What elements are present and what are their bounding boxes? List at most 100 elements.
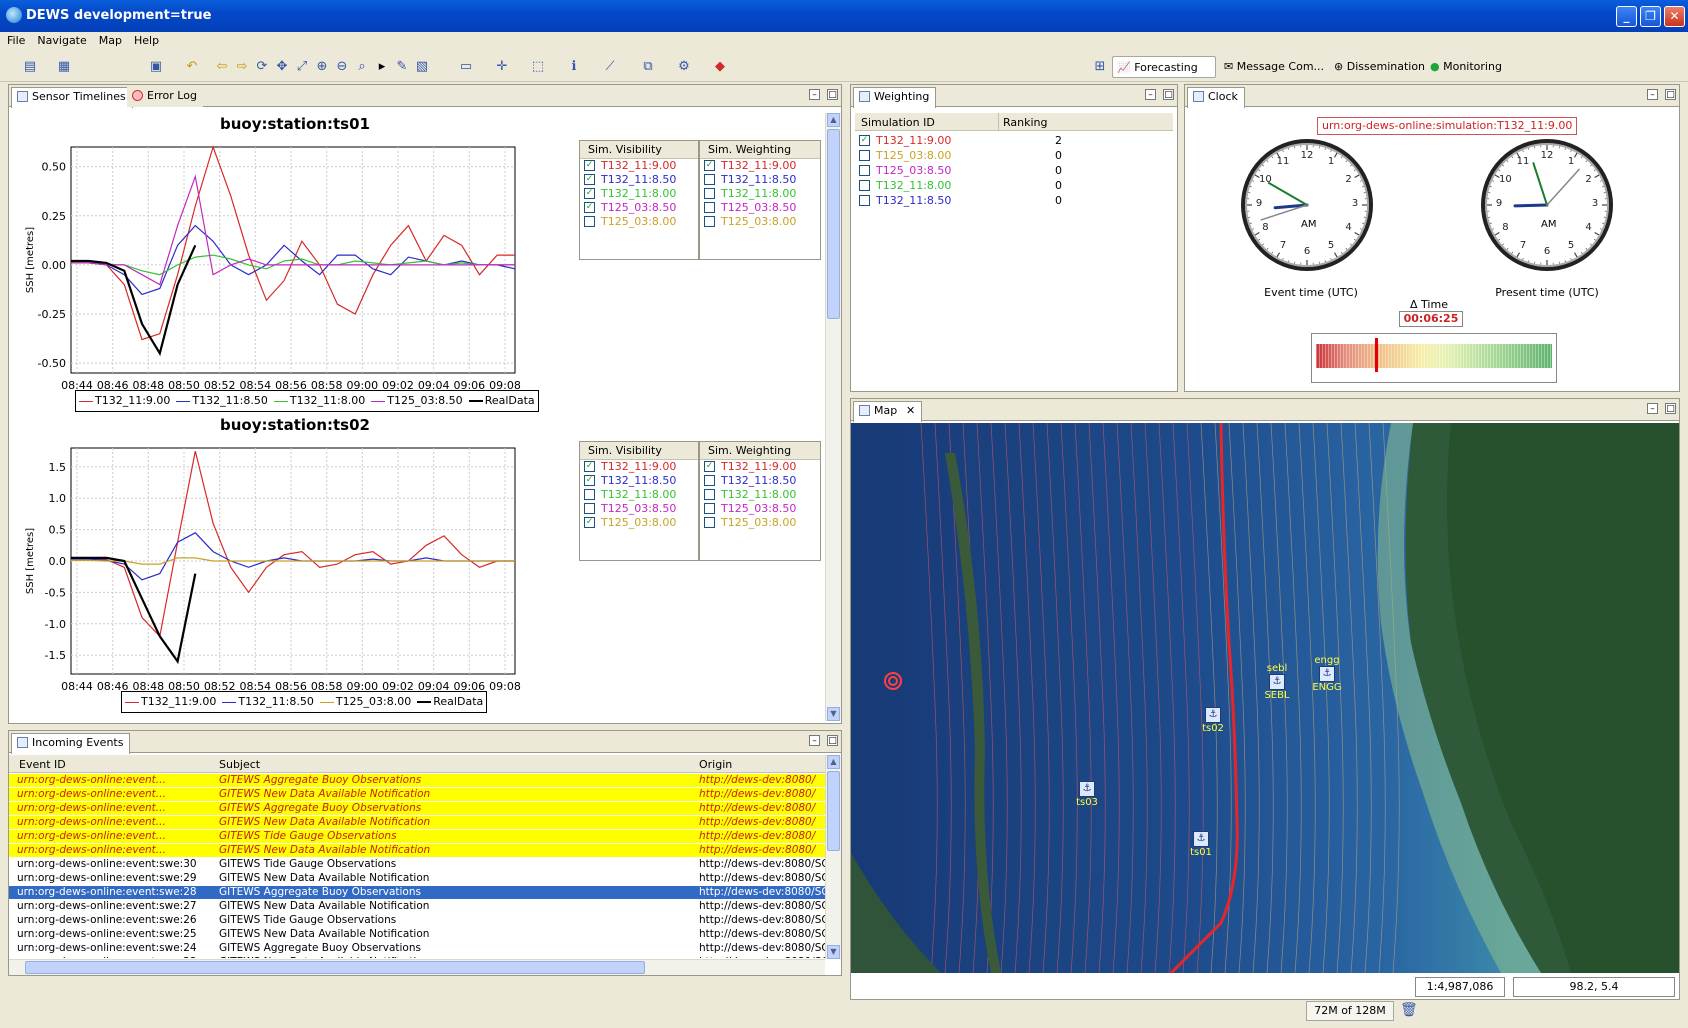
table-row[interactable]: urn:org-dews-online:event... GITEWS New D… [9,816,825,829]
maximize-view-icon[interactable]: □ [1665,89,1676,100]
checkbox[interactable] [704,474,715,486]
pan-icon[interactable]: ✥ [274,59,290,75]
forward-icon[interactable]: ⇨ [234,59,250,75]
trash-icon[interactable]: 🗑 [1400,1002,1418,1018]
refresh-icon[interactable]: ⟳ [254,59,270,75]
tab-clock[interactable]: Clock [1187,87,1245,108]
table-row[interactable]: T125_03:8.50 0 [855,163,1173,178]
maximize-view-icon[interactable]: □ [1665,403,1676,414]
save-icon[interactable]: ▦ [56,59,72,75]
checkbox[interactable] [704,173,715,185]
chart-ts02[interactable]: 1.51.00.50.0-0.5-1.0-1.508:44 08:46 08:48 0… [9,436,539,766]
column-header-origin[interactable]: Origin [699,758,732,771]
checkbox[interactable]: ✓ [704,460,715,472]
play-icon[interactable]: ▸ [374,59,390,75]
checkbox[interactable]: ✓ [584,460,595,472]
checkbox[interactable]: ✓ [859,134,870,146]
table-row[interactable]: urn:org-dews-online:event:swe:24 GITEWS A… [9,942,825,955]
menu-help[interactable]: Help [129,32,164,50]
alert-icon[interactable]: ◆ [712,59,728,75]
restore-button[interactable]: ❐ [1640,6,1661,27]
perspective-monitoring[interactable]: ● Monitoring [1426,56,1506,78]
table-row[interactable]: ✓ T132_11:9.00 2 [855,133,1173,148]
column-header-event-id[interactable]: Event ID [19,758,66,771]
scroll-down-arrow[interactable]: ▼ [827,945,840,959]
checkbox[interactable] [704,201,715,213]
table-row[interactable]: urn:org-dews-online:event... GITEWS Aggre… [9,802,825,815]
scroll-thumb[interactable] [25,961,645,974]
checkbox[interactable] [859,164,870,176]
minimize-view-icon[interactable]: – [809,735,820,746]
checkbox[interactable] [584,215,595,227]
perspective-dissemination[interactable]: ⊛ Dissemination [1330,56,1429,78]
open-perspective-icon[interactable]: ⊞ [1092,59,1108,75]
minimize-view-icon[interactable]: – [1647,89,1658,100]
column-header-simulation-id[interactable]: Simulation ID [861,116,935,129]
close-button[interactable]: ✕ [1664,6,1685,27]
checkbox[interactable]: ✓ [704,159,715,171]
table-row[interactable]: urn:org-dews-online:event:swe:23GITEWS N… [9,956,825,958]
checkbox[interactable]: ✓ [584,173,595,185]
network-icon[interactable]: ⧉ [640,59,656,75]
undo-icon[interactable]: ↶ [184,59,200,75]
new-icon[interactable]: ▤ [22,59,38,75]
tab-error-log[interactable]: Error Log [127,87,203,107]
table-row[interactable]: urn:org-dews-online:event... GITEWS Tide … [9,830,825,843]
weighting-row[interactable]: T125_03:8.00 [700,215,820,229]
edit-icon[interactable]: ✎ [394,59,410,75]
table-row[interactable]: urn:org-dews-online:event:swe:29 GITEWS N… [9,872,825,885]
move-icon[interactable]: ✛ [494,59,510,75]
weighting-row[interactable]: T125_03:8.50 [700,201,820,215]
tab-weighting[interactable]: Weighting [853,87,937,108]
checkbox[interactable] [704,516,715,528]
station-marker[interactable]: ⚓ ts01 [1181,831,1221,858]
weighting-row[interactable]: T132_11:8.00 [700,187,820,201]
tab-sensor-timelines[interactable]: Sensor Timelines [11,87,133,108]
checkbox[interactable] [704,488,715,500]
checkbox[interactable] [584,502,595,514]
menu-file[interactable]: File [2,32,30,50]
table-row[interactable]: urn:org-dews-online:event:swe:27 GITEWS N… [9,900,825,913]
table-row[interactable]: urn:org-dews-online:event... GITEWS New D… [9,844,825,857]
vertical-scrollbar[interactable]: ▲ ▼ [825,755,841,959]
checkbox[interactable] [859,149,870,161]
info-icon[interactable]: ℹ [566,59,582,75]
station-marker[interactable]: sebl ⚓ SEBL [1257,663,1297,701]
checkbox[interactable] [704,187,715,199]
weighting-row[interactable]: T125_03:8.50 [700,502,820,516]
menu-navigate[interactable]: Navigate [32,32,91,50]
table-row[interactable]: urn:org-dews-online:event... GITEWS Aggre… [9,774,825,787]
table-row[interactable]: urn:org-dews-online:event:swe:28 GITEWS A… [9,886,825,899]
tools-icon[interactable]: ⚙ [676,59,692,75]
scroll-thumb[interactable] [827,771,840,851]
weighting-row[interactable]: T132_11:8.50 [700,474,820,488]
checkbox[interactable] [704,502,715,514]
maximize-view-icon[interactable]: □ [827,89,838,100]
checkbox[interactable] [704,215,715,227]
maximize-view-icon[interactable]: □ [1163,89,1174,100]
minimize-view-icon[interactable]: – [1647,403,1658,414]
window-titlebar[interactable]: DEWS development=true _ ❐ ✕ [0,0,1688,32]
select-icon[interactable]: ⬚ [530,59,546,75]
minimize-button[interactable]: _ [1616,6,1637,27]
scroll-up-arrow[interactable]: ▲ [827,113,840,127]
table-row[interactable]: T125_03:8.00 0 [855,148,1173,163]
zoom-out-icon[interactable]: ⊖ [334,59,350,75]
checkbox[interactable] [859,179,870,191]
checkbox[interactable]: ✓ [584,159,595,171]
station-marker[interactable]: ⚓ ts02 [1193,707,1233,734]
menu-map[interactable]: Map [94,32,127,50]
scroll-thumb[interactable] [827,129,840,319]
weighting-row[interactable]: T125_03:8.00 [700,516,820,530]
minimize-view-icon[interactable]: – [809,89,820,100]
layers-icon[interactable]: ▭ [458,59,474,75]
table-row[interactable]: urn:org-dews-online:event... GITEWS New D… [9,788,825,801]
visibility-row[interactable]: T125_03:8.50 [580,502,698,516]
visibility-row[interactable]: ✓ T132_11:8.50 [580,173,698,187]
weighting-row[interactable]: ✓ T132_11:9.00 [700,159,820,173]
checkbox[interactable]: ✓ [584,187,595,199]
weighting-row[interactable]: T132_11:8.00 [700,488,820,502]
visibility-row[interactable]: ✓ T125_03:8.00 [580,516,698,530]
horizontal-scrollbar[interactable] [9,959,825,975]
weighting-row[interactable]: ✓ T132_11:9.00 [700,460,820,474]
